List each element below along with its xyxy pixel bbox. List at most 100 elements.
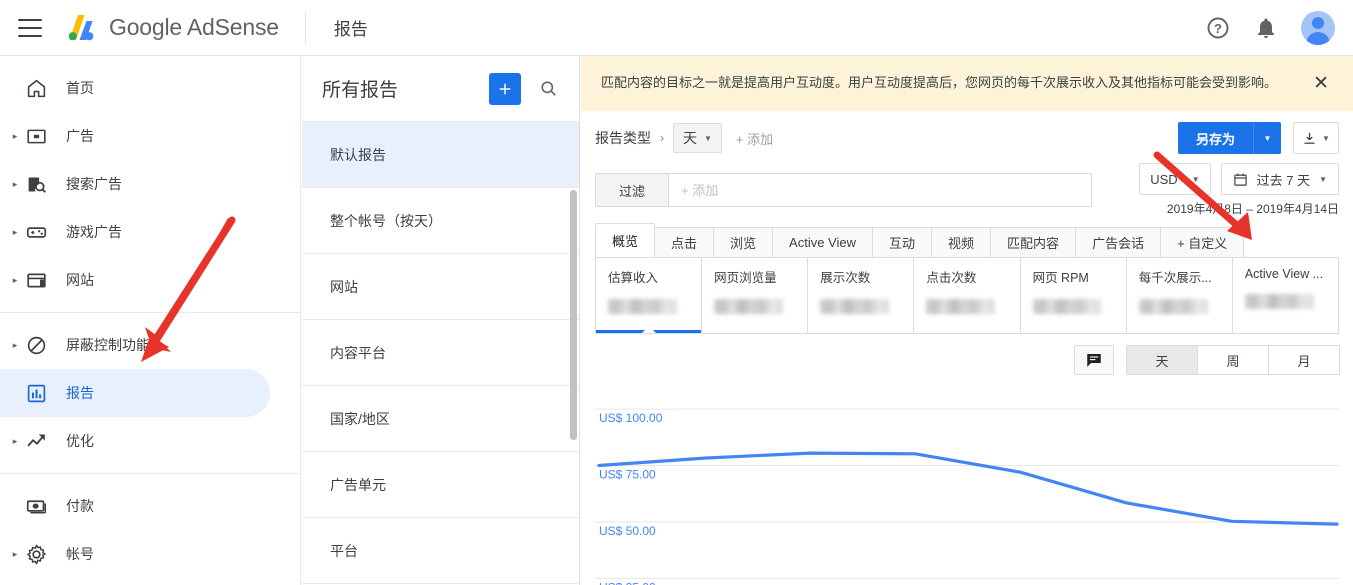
sites-icon <box>24 268 48 292</box>
earnings-line-chart[interactable]: US$ 100.00 US$ 75.00 US$ 50.00 US$ 25.00 <box>595 391 1339 585</box>
save-as-caret-button[interactable]: ▼ <box>1253 122 1281 154</box>
payments-icon <box>24 494 48 518</box>
date-range-text: 2019年4月8日 – 2019年4月14日 <box>1166 202 1339 216</box>
annotations-button[interactable] <box>1074 345 1114 375</box>
currency-selector[interactable]: USD ▼ <box>1139 163 1211 195</box>
granularity-week-button[interactable]: 周 <box>1197 345 1269 375</box>
y-axis-tick-label: US$ 50.00 <box>599 524 656 538</box>
metric-card-impressions[interactable]: 展示次数 <box>808 258 915 333</box>
metric-value-redacted <box>1032 299 1102 314</box>
sidebar-item-label: 报告 <box>66 385 94 401</box>
hamburger-menu-icon[interactable] <box>18 18 42 37</box>
granularity-day-button[interactable]: 天 <box>1126 345 1198 375</box>
close-icon[interactable]: ✕ <box>1307 72 1335 95</box>
sidebar-item-optimization[interactable]: ▸ 优化 <box>0 417 270 465</box>
granularity-month-button[interactable]: 月 <box>1268 345 1340 375</box>
toolbar-actions: 另存为 ▼ ▼ <box>1177 122 1339 154</box>
y-axis-tick-label: US$ 75.00 <box>599 468 656 482</box>
game-ads-icon <box>24 220 48 244</box>
expand-caret[interactable]: ▸ <box>8 275 22 286</box>
list-item[interactable]: 国家/地区 <box>302 386 579 452</box>
adsense-reports-page: Google AdSense 报告 ? ▸ <box>0 0 1353 585</box>
expand-caret[interactable]: ▸ <box>8 179 22 190</box>
chart-controls: 天 周 月 <box>595 345 1340 375</box>
topbar-actions: ? <box>1205 10 1335 45</box>
comment-icon <box>1087 354 1101 367</box>
expand-caret[interactable]: ▸ <box>8 340 22 351</box>
tab-engagement[interactable]: 互动 <box>872 227 933 257</box>
bell-icon[interactable] <box>1253 15 1279 41</box>
currency-date-controls: USD ▼ 过去 7 天 ▼ 2019年4月8日 – 2019年4月14日 <box>1139 163 1339 217</box>
reports-list-panel: 所有报告 默认报告 整个帐号（按天） 网站 内容平台 国家/地区 广告单元 平台 <box>302 56 580 585</box>
download-button[interactable]: ▼ <box>1293 122 1339 154</box>
expand-caret[interactable]: ▸ <box>8 436 22 447</box>
tab-video[interactable]: 视频 <box>931 227 992 257</box>
sidebar-item-reports[interactable]: ▸ 报告 <box>0 369 270 417</box>
breadcrumb: › <box>660 131 664 145</box>
expand-caret[interactable]: ▸ <box>8 549 22 560</box>
sidebar-item-ads[interactable]: ▸ 广告 <box>0 112 270 160</box>
metric-card-page-views[interactable]: 网页浏览量 <box>702 258 809 333</box>
metric-card-page-rpm[interactable]: 网页 RPM <box>1021 258 1127 333</box>
metric-value-redacted <box>926 299 996 314</box>
list-item[interactable]: 网站 <box>302 254 579 320</box>
save-as-button[interactable]: 另存为 <box>1177 122 1253 154</box>
search-reports-button[interactable] <box>533 74 563 104</box>
tab-matched-content[interactable]: 匹配内容 <box>990 227 1077 257</box>
metric-card-cpm[interactable]: 每千次展示... <box>1127 258 1233 333</box>
date-range-selector[interactable]: 过去 7 天 ▼ <box>1220 163 1339 195</box>
sidebar-item-label: 网站 <box>66 272 94 288</box>
sidebar-item-search-ads[interactable]: ▸ 搜索广告 <box>0 160 270 208</box>
adsense-logo-icon <box>64 13 98 43</box>
reports-list: 默认报告 整个帐号（按天） 网站 内容平台 国家/地区 广告单元 平台 <box>302 122 579 584</box>
sidebar-item-game-ads[interactable]: ▸ 游戏广告 <box>0 208 270 256</box>
home-icon <box>24 76 48 100</box>
tab-active-view[interactable]: Active View <box>772 227 874 257</box>
dimension-chip-day[interactable]: 天 ▼ <box>673 123 722 153</box>
report-type-label: 报告类型 <box>595 130 651 146</box>
list-item[interactable]: 广告单元 <box>302 452 579 518</box>
user-avatar[interactable] <box>1301 10 1335 45</box>
sidebar-item-blocking-controls[interactable]: ▸ 屏蔽控制功能 <box>0 321 270 369</box>
reports-panel-header: 所有报告 <box>302 56 579 122</box>
expand-caret[interactable]: ▸ <box>8 227 22 238</box>
granularity-group: 天 周 月 <box>1126 345 1340 375</box>
tab-add-custom[interactable]: + 自定义 <box>1160 227 1245 257</box>
expand-caret[interactable]: ▸ <box>8 131 22 142</box>
metric-card-active-view[interactable]: Active View ... <box>1233 258 1338 333</box>
metric-card-clicks[interactable]: 点击次数 <box>914 258 1021 333</box>
sidebar-item-sites[interactable]: ▸ 网站 <box>0 256 270 304</box>
filter-label: 过滤 <box>596 174 669 206</box>
sidebar-item-label: 首页 <box>66 80 94 96</box>
list-item[interactable]: 整个帐号（按天） <box>302 188 579 254</box>
filter-input[interactable] <box>669 174 1091 206</box>
sidebar-item-payments[interactable]: ▸ 付款 <box>0 482 270 530</box>
brand-block[interactable]: Google AdSense <box>64 13 279 43</box>
metric-label: 点击次数 <box>926 271 977 285</box>
download-icon <box>1304 132 1315 144</box>
metric-label: 网页 RPM <box>1032 271 1089 285</box>
list-item[interactable]: 平台 <box>302 518 579 584</box>
add-report-button[interactable] <box>489 72 521 105</box>
tab-ad-sessions[interactable]: 广告会话 <box>1075 227 1162 257</box>
tab-overview[interactable]: 概览 <box>595 223 656 257</box>
content-body: 报告类型 › 天 ▼ + 添加 另存为 ▼ ▼ 过滤 + 添加 USD ▼ 过去… <box>581 115 1353 585</box>
metric-label: 展示次数 <box>820 271 871 285</box>
reports-list-scrollbar[interactable] <box>570 190 577 440</box>
list-item[interactable]: 内容平台 <box>302 320 579 386</box>
help-icon[interactable]: ? <box>1205 15 1231 41</box>
sidebar-item-label: 游戏广告 <box>66 224 122 240</box>
save-as-split-button: 另存为 ▼ <box>1177 122 1281 154</box>
metric-value-redacted <box>1138 299 1208 314</box>
info-banner: 匹配内容的目标之一就是提高用户互动度。用户互动度提高后，您网页的每千次展示收入及… <box>581 56 1353 111</box>
sidebar-item-account[interactable]: ▸ 帐号 <box>0 530 270 578</box>
tab-clicks[interactable]: 点击 <box>654 227 715 257</box>
sidebar-item-home[interactable]: ▸ 首页 <box>0 64 270 112</box>
tab-views[interactable]: 浏览 <box>713 227 774 257</box>
metric-card-estimated-earnings[interactable]: 估算收入 <box>596 258 703 333</box>
chart-series-line <box>597 451 1339 526</box>
add-dimension-button[interactable]: + 添加 <box>736 129 773 148</box>
metric-value-redacted <box>1244 294 1314 309</box>
gear-icon <box>24 542 48 566</box>
list-item[interactable]: 默认报告 <box>302 122 579 188</box>
